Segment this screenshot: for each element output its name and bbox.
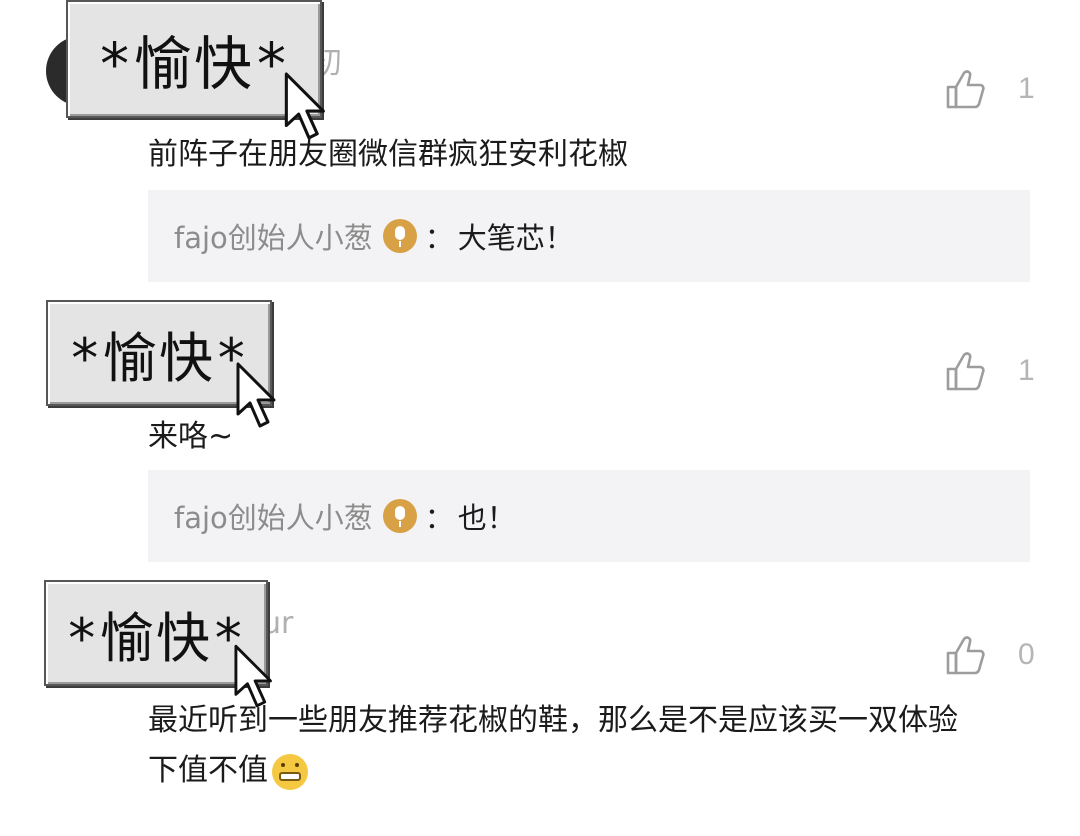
microphone-badge-icon — [382, 219, 417, 253]
comment-2: 1 来咯~ fajo创始人小葱 ： 也！ *愉快* — [0, 296, 1080, 566]
like-count: 1 — [1018, 354, 1035, 387]
comment-text: 前阵子在朋友圈微信群疯狂安利花椒 — [148, 137, 628, 172]
thumbs-up-icon — [946, 352, 985, 391]
reply-author[interactable]: fajo创始人小葱 — [174, 215, 373, 257]
reply-separator: ： — [424, 221, 454, 255]
comment-text-line-2: 下值不值 — [148, 746, 958, 796]
comment-3: ur 0 最近听到一些朋友推荐花椒的鞋，那么是不是应该买一双体验 下值不值 *愉… — [0, 576, 1080, 836]
comment-text: 来咯~ — [148, 419, 234, 454]
like-button[interactable]: 0 — [944, 630, 1054, 680]
reply-box[interactable]: fajo创始人小葱 ： 大笔芯！ — [148, 190, 1030, 282]
microphone-badge-icon — [382, 499, 417, 533]
reply-text: 大笔芯！ — [457, 221, 574, 255]
thumbs-up-icon — [946, 636, 985, 675]
like-button[interactable]: 1 — [944, 64, 1054, 114]
grinning-emoji-icon — [272, 753, 308, 790]
thumbs-up-icon — [946, 70, 985, 109]
mouse-cursor-icon — [236, 362, 276, 428]
comment-text-line-2-text: 下值不值 — [148, 753, 268, 788]
mouse-cursor-icon — [234, 644, 272, 708]
reply-separator: ： — [424, 501, 454, 535]
like-button[interactable]: 1 — [944, 346, 1054, 396]
reply-author[interactable]: fajo创始人小葱 — [174, 495, 373, 537]
comment-1: 初 1 前阵子在朋友圈微信群疯狂安利花椒 fajo创始人小葱 ： 大笔芯！ *愉… — [0, 0, 1080, 290]
like-count: 0 — [1018, 638, 1035, 671]
mouse-cursor-icon — [284, 72, 325, 140]
reply-box[interactable]: fajo创始人小葱 ： 也！ — [148, 470, 1030, 562]
like-count: 1 — [1018, 72, 1035, 105]
reply-text: 也！ — [457, 501, 516, 535]
